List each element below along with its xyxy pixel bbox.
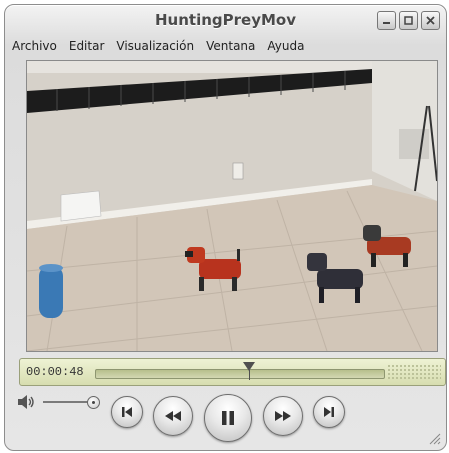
menu-visualizacion[interactable]: Visualización — [115, 39, 195, 57]
resize-grip-icon[interactable] — [426, 430, 442, 446]
volume-slider-track[interactable] — [43, 401, 93, 403]
video-frame[interactable] — [26, 60, 438, 352]
skip-to-start-icon — [122, 407, 132, 417]
playhead-line — [249, 370, 250, 380]
scrubber-bar: 00:00:48 — [19, 358, 446, 386]
skip-to-end-icon — [324, 407, 334, 417]
timeline-track[interactable] — [95, 362, 385, 380]
menu-archivo[interactable]: Archivo — [11, 39, 58, 57]
player-window: HuntingPreyMov Archivo Editar Visualizac… — [4, 4, 447, 451]
menu-bar: Archivo Editar Visualización Ventana Ayu… — [11, 39, 305, 57]
pause-icon — [222, 411, 234, 425]
menu-ayuda[interactable]: Ayuda — [266, 39, 305, 57]
skip-to-start-button[interactable] — [111, 396, 143, 428]
scrubber-texture — [387, 364, 441, 380]
fast-forward-button[interactable] — [263, 396, 303, 436]
pause-button[interactable] — [204, 394, 252, 442]
skip-to-end-button[interactable] — [313, 396, 345, 428]
volume-slider-knob[interactable] — [87, 396, 100, 409]
window-controls — [377, 11, 440, 30]
close-icon — [426, 16, 435, 25]
rewind-button[interactable] — [153, 396, 193, 436]
timecode-display: 00:00:48 — [26, 365, 84, 379]
rewind-icon — [165, 411, 181, 421]
video-scene — [27, 61, 437, 351]
menu-editar[interactable]: Editar — [68, 39, 106, 57]
close-button[interactable] — [421, 11, 440, 30]
fast-forward-icon — [275, 411, 291, 421]
speaker-icon[interactable] — [15, 392, 37, 412]
minimize-button[interactable] — [377, 11, 396, 30]
volume-control — [15, 392, 105, 412]
minimize-icon — [383, 22, 390, 24]
playhead-marker[interactable] — [243, 362, 255, 371]
maximize-icon — [404, 16, 413, 25]
title-bar[interactable]: HuntingPreyMov — [5, 5, 446, 35]
blue-cylinder — [39, 264, 63, 318]
menu-ventana[interactable]: Ventana — [205, 39, 256, 57]
maximize-button[interactable] — [399, 11, 418, 30]
